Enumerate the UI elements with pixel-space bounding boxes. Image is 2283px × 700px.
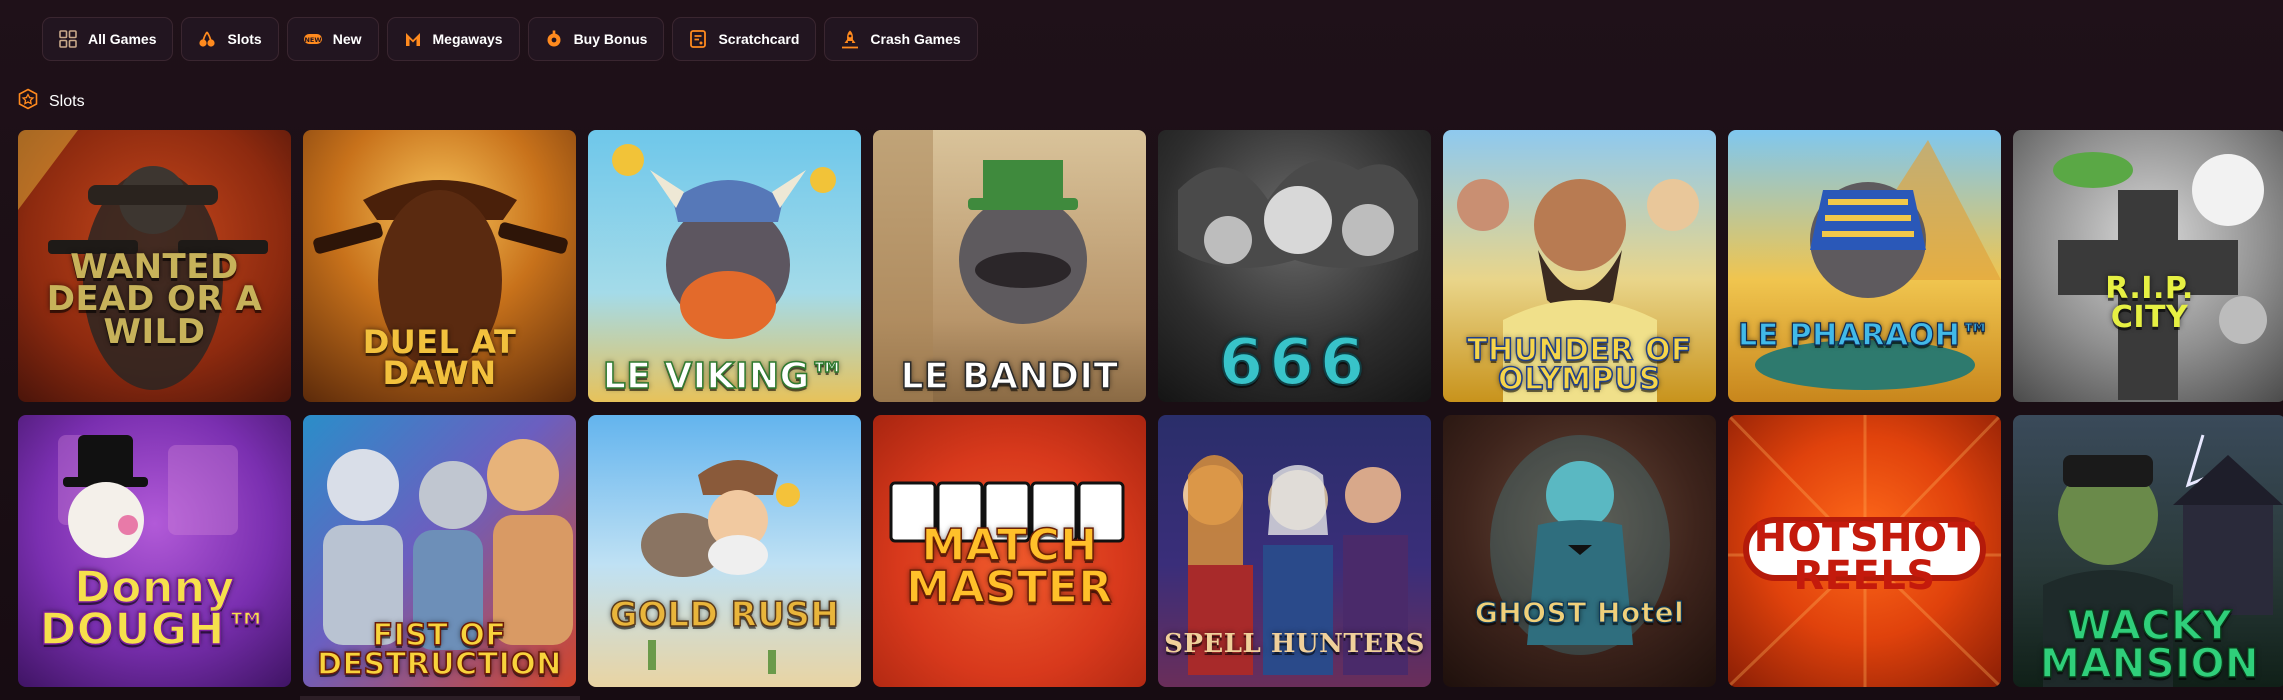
svg-text:NEW: NEW xyxy=(304,36,321,44)
category-scratchcard[interactable]: Scratchcard xyxy=(672,17,817,61)
megaways-icon xyxy=(403,29,423,49)
game-tile-spell-hunters[interactable]: SPELL HUNTERS xyxy=(1158,415,1431,687)
game-logo-text: MATCH MASTER xyxy=(906,520,1113,614)
grid-icon xyxy=(58,29,78,49)
game-artwork xyxy=(2013,130,2283,402)
game-logo-text: GHOST Hotel xyxy=(1474,596,1685,630)
game-artwork xyxy=(1728,130,2001,402)
section-title: Slots xyxy=(49,92,85,110)
game-tile-le-pharaoh[interactable]: LE PHARAOH™ xyxy=(1728,130,2001,402)
game-logo-text: 666 xyxy=(1218,326,1371,401)
game-tile-donny-dough[interactable]: Donny DOUGH™ xyxy=(18,415,291,687)
game-logo-text: R.I.P. CITY xyxy=(2105,271,2194,335)
scratchcard-icon xyxy=(688,29,708,49)
game-tile-wanted-dead-or-a-wild[interactable]: WANTED DEAD OR A WILD xyxy=(18,130,291,402)
game-logo-text: LE PHARAOH™ xyxy=(1737,317,1991,353)
category-label: All Games xyxy=(88,31,157,47)
casino-lobby: All Games Slots NEW New Megaways Buy Bon… xyxy=(0,0,2283,700)
category-label: Megaways xyxy=(432,31,503,47)
category-megaways[interactable]: Megaways xyxy=(386,17,520,61)
category-label: Scratchcard xyxy=(718,31,800,47)
game-tile-hotshot-reels[interactable]: HOTSHOT REELS xyxy=(1728,415,2001,687)
category-filter-bar: All Games Slots NEW New Megaways Buy Bon… xyxy=(42,17,978,61)
game-logo-text: FIST OF DESTRUCTION xyxy=(316,618,562,682)
game-logo-text: HOTSHOT REELS xyxy=(1753,515,1976,599)
game-tile-666[interactable]: 666 xyxy=(1158,130,1431,402)
category-buy-bonus[interactable]: Buy Bonus xyxy=(527,17,665,61)
game-logo-text: WACKY MANSION xyxy=(2039,603,2259,687)
game-tile-gold-rush[interactable]: GOLD RUSH xyxy=(588,415,861,687)
game-tile-ghost-hotel[interactable]: GHOST Hotel xyxy=(1443,415,1716,687)
game-logo-text: LE BANDIT xyxy=(900,355,1119,397)
category-label: Buy Bonus xyxy=(573,31,648,47)
game-tile-duel-at-dawn[interactable]: DUEL AT DAWN xyxy=(303,130,576,402)
category-new[interactable]: NEW New xyxy=(286,17,379,61)
rocket-icon xyxy=(840,29,860,49)
game-tile-le-viking[interactable]: LE VIKING™ xyxy=(588,130,861,402)
game-logo-text: GOLD RUSH xyxy=(609,594,840,635)
game-logo-text: Donny DOUGH™ xyxy=(39,562,270,656)
category-label: Slots xyxy=(227,31,262,47)
game-tile-rip-city[interactable]: R.I.P. CITY xyxy=(2013,130,2283,402)
next-row-hint xyxy=(0,696,2283,700)
game-artwork xyxy=(1443,415,1716,687)
game-tile-le-bandit[interactable]: LE BANDIT xyxy=(873,130,1146,402)
category-label: New xyxy=(332,31,362,47)
game-grid: WANTED DEAD OR A WILD DUEL AT DAWN LE VI… xyxy=(18,130,2283,687)
game-logo-text: WANTED DEAD OR A WILD xyxy=(46,247,263,352)
bonus-icon xyxy=(544,29,564,49)
game-logo-text: LE VIKING™ xyxy=(602,355,847,397)
cherry-icon xyxy=(197,29,217,49)
game-tile-wacky-mansion[interactable]: WACKY MANSION xyxy=(2013,415,2283,687)
game-tile-match-master[interactable]: MATCH MASTER xyxy=(873,415,1146,687)
game-tile-fist-of-destruction[interactable]: FIST OF DESTRUCTION xyxy=(303,415,576,687)
game-logo-text: SPELL HUNTERS xyxy=(1164,629,1425,660)
game-tile-thunder-of-olympus[interactable]: THUNDER OF OLYMPUS xyxy=(1443,130,1716,402)
game-logo-text: THUNDER OF OLYMPUS xyxy=(1466,333,1692,397)
category-slots[interactable]: Slots xyxy=(181,17,279,61)
slots-badge-icon xyxy=(17,88,39,115)
game-artwork xyxy=(588,415,861,687)
category-label: Crash Games xyxy=(870,31,961,47)
category-all-games[interactable]: All Games xyxy=(42,17,174,61)
game-logo-text: DUEL AT DAWN xyxy=(362,323,517,392)
section-header-slots: Slots xyxy=(17,88,85,115)
category-crash-games[interactable]: Crash Games xyxy=(824,17,978,61)
new-badge-icon: NEW xyxy=(303,29,323,49)
